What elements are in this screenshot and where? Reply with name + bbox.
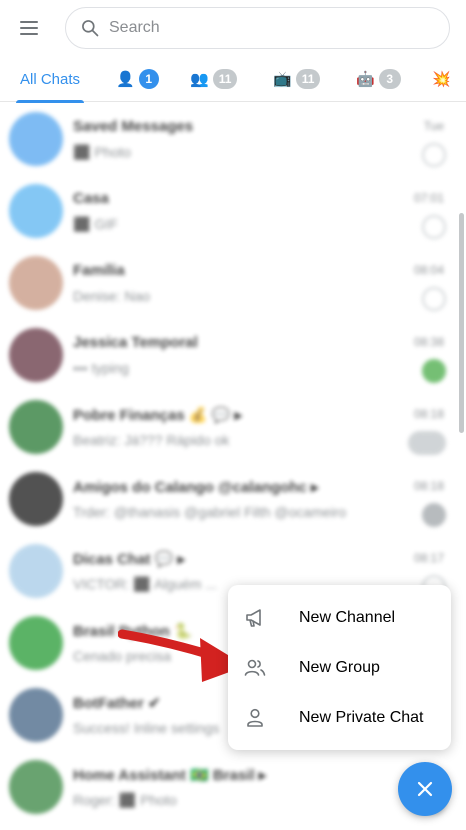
unread-badge: 11 <box>295 69 321 89</box>
chat-last-message: ⬛ GIF <box>73 216 118 232</box>
chat-title: Família <box>73 262 125 279</box>
chat-last-message: VICTOR: ⬛ Alguém ... <box>73 576 217 592</box>
read-status-icon <box>408 431 446 455</box>
chat-last-message: ⬛ Photo <box>73 144 131 160</box>
chat-last-message: ••• typing <box>73 360 129 376</box>
search-input[interactable] <box>109 19 409 37</box>
tab-label: All Chats <box>20 70 81 88</box>
avatar <box>9 544 63 598</box>
chat-list-item[interactable]: Casa ⬛ GIF 07:01 <box>0 175 466 247</box>
avatar <box>9 760 63 814</box>
read-status-icon <box>422 215 446 239</box>
tab-channels[interactable]: 📺 11 <box>273 56 321 102</box>
chat-list-item[interactable]: Home Assistant 🇧🇷 Brasil ▸ Roger: ⬛ Photo <box>0 751 466 823</box>
close-fab-button[interactable] <box>398 762 452 816</box>
menu-item-label: New Channel <box>299 609 396 626</box>
collision-emoji-icon: 💥 <box>432 70 451 88</box>
chat-time: 08:04 <box>413 263 444 277</box>
chat-last-message: Roger: ⬛ Photo <box>73 792 177 808</box>
new-chat-popup-menu: New Channel New Group New Private Chat <box>228 585 451 750</box>
chat-last-message: Success! Inline settings <box>73 720 220 736</box>
tv-emoji-icon: 📺 <box>273 70 292 88</box>
avatar <box>9 616 63 670</box>
new-group-menu-item[interactable]: New Group <box>228 643 451 693</box>
tab-bots[interactable]: 🤖 3 <box>356 56 401 102</box>
group-icon <box>242 655 268 681</box>
unread-badge: 11 <box>212 69 238 89</box>
chat-list-item[interactable]: Pobre Finanças 💰 💬 ▸ Beatriz: Já??? Rápid… <box>0 391 466 463</box>
read-status-icon <box>422 287 446 311</box>
menu-item-label: New Group <box>299 659 380 676</box>
chat-last-message: Beatriz: Já??? Rápido ok <box>73 432 230 448</box>
chat-time: Tue <box>423 119 444 133</box>
read-status-icon <box>422 143 446 167</box>
chat-title: Saved Messages <box>73 118 194 135</box>
chat-time: 08:18 <box>413 407 444 421</box>
chat-last-message: Denise: Nao <box>73 288 151 304</box>
folder-tabs: All Chats 👤 1 👥 11 📺 11 🤖 3 💥 <box>0 56 466 103</box>
new-channel-menu-item[interactable]: New Channel <box>228 593 451 643</box>
top-bar <box>0 0 466 56</box>
read-status-icon <box>422 359 446 383</box>
avatar <box>9 400 63 454</box>
menu-item-label: New Private Chat <box>299 709 424 726</box>
new-private-chat-menu-item[interactable]: New Private Chat <box>228 693 451 743</box>
avatar <box>9 112 63 166</box>
scrollbar-thumb[interactable] <box>459 213 464 433</box>
chat-title: BotFather ✔ <box>73 695 161 712</box>
tab-personal[interactable]: 👤 1 <box>116 56 159 102</box>
unread-badge: 1 <box>138 69 159 89</box>
chat-time: 08:18 <box>413 479 444 493</box>
chat-list-item[interactable]: Jessica Temporal ••• typing 08:38 <box>0 319 466 391</box>
chat-list-item[interactable]: Saved Messages ⬛ Photo Tue <box>0 103 466 175</box>
robot-emoji-icon: 🤖 <box>356 70 375 88</box>
megaphone-icon <box>242 605 268 631</box>
read-status-icon <box>422 503 446 527</box>
avatar <box>9 184 63 238</box>
avatar <box>9 256 63 310</box>
chat-title: Brasil Python 🐍 <box>73 623 193 640</box>
user-icon <box>242 705 268 731</box>
search-box[interactable] <box>65 7 450 49</box>
tab-more[interactable]: 💥 <box>432 56 451 102</box>
tab-all-chats[interactable]: All Chats <box>16 56 85 103</box>
chat-list-item[interactable]: Família Denise: Nao 08:04 <box>0 247 466 319</box>
chat-last-message: Trder: @thanasis @gabriel Filth @ocameir… <box>73 504 347 520</box>
chat-list-item[interactable]: Amigos do Calango @calangohc ▸ Trder: @th… <box>0 463 466 535</box>
avatar <box>9 472 63 526</box>
unread-badge: 3 <box>378 69 401 89</box>
chat-title: Jessica Temporal <box>73 334 198 351</box>
tab-groups[interactable]: 👥 11 <box>190 56 238 102</box>
chat-title: Pobre Finanças 💰 💬 ▸ <box>73 407 243 424</box>
hamburger-menu-icon[interactable] <box>14 14 44 42</box>
chat-time: 08:17 <box>413 551 444 565</box>
chat-title: Dicas Chat 💬 ▸ <box>73 551 186 568</box>
close-icon <box>417 781 433 797</box>
people-emoji-icon: 👥 <box>190 70 209 88</box>
chat-last-message: Cenado precisa <box>73 648 172 664</box>
avatar <box>9 328 63 382</box>
avatar <box>9 688 63 742</box>
chat-title: Home Assistant 🇧🇷 Brasil ▸ <box>73 767 267 784</box>
chat-time: 07:01 <box>413 191 444 205</box>
search-icon <box>82 20 99 37</box>
chat-title: Amigos do Calango @calangohc ▸ <box>73 479 319 496</box>
chat-time: 08:38 <box>413 335 444 349</box>
chat-title: Casa <box>73 190 109 207</box>
person-emoji-icon: 👤 <box>116 70 135 88</box>
